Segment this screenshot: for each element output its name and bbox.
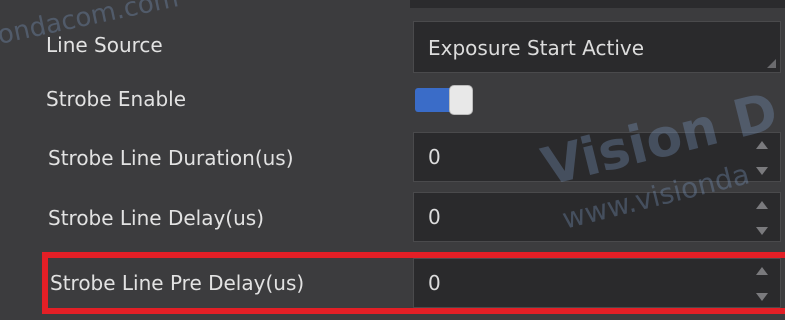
strobe-line-pre-delay-spinner[interactable] <box>756 265 770 303</box>
strobe-line-duration-spinner[interactable] <box>756 139 770 177</box>
strobe-line-delay-input[interactable]: 0 <box>413 192 781 242</box>
resize-corner-icon <box>767 59 776 68</box>
line-source-select[interactable]: Exposure Start Active <box>413 21 781 73</box>
strobe-line-duration-label: Strobe Line Duration(us) <box>48 146 294 170</box>
strobe-line-pre-delay-label: Strobe Line Pre Delay(us) <box>50 271 305 295</box>
spin-down-icon[interactable] <box>756 293 768 301</box>
line-source-label: Line Source <box>46 33 163 57</box>
strobe-line-duration-input[interactable]: 0 <box>413 132 781 182</box>
line-source-value: Exposure Start Active <box>428 36 645 60</box>
strobe-line-pre-delay-value: 0 <box>428 271 441 295</box>
strobe-enable-label: Strobe Enable <box>46 87 187 111</box>
strobe-line-duration-value: 0 <box>428 145 441 169</box>
strobe-line-delay-spinner[interactable] <box>756 199 770 237</box>
spin-up-icon[interactable] <box>756 201 768 209</box>
spin-up-icon[interactable] <box>756 141 768 149</box>
strobe-line-pre-delay-input[interactable]: 0 <box>413 258 781 308</box>
spin-down-icon[interactable] <box>756 227 768 235</box>
properties-panel: Line Source Exposure Start Active Strobe… <box>0 0 785 320</box>
spin-up-icon[interactable] <box>756 267 768 275</box>
toggle-knob <box>449 85 473 115</box>
previous-field-edge <box>410 0 785 8</box>
strobe-line-delay-label: Strobe Line Delay(us) <box>48 206 265 230</box>
spin-down-icon[interactable] <box>756 167 768 175</box>
strobe-line-delay-value: 0 <box>428 205 441 229</box>
strobe-enable-toggle[interactable] <box>413 82 475 116</box>
